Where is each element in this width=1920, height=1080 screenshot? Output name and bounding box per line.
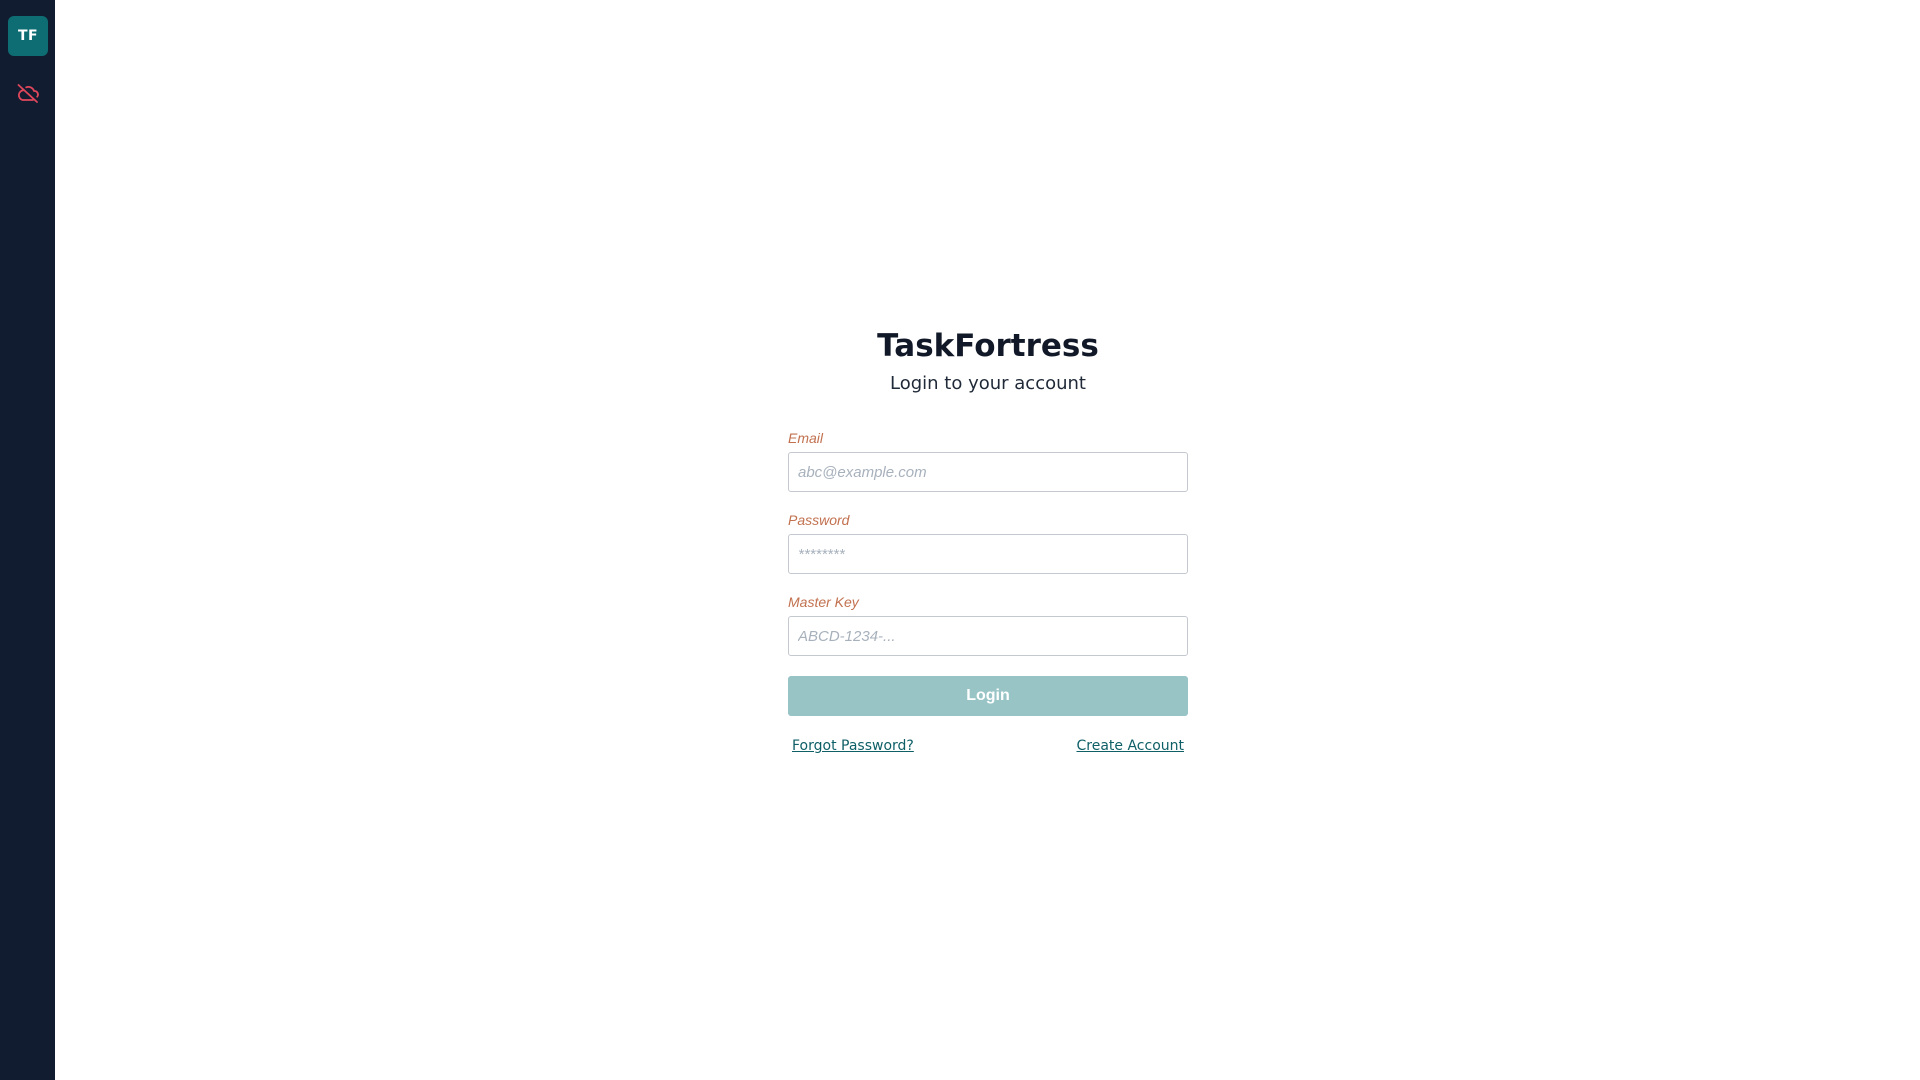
master-key-field-group: Master Key bbox=[788, 594, 1188, 656]
login-subtitle: Login to your account bbox=[890, 373, 1086, 394]
login-button[interactable]: Login bbox=[788, 676, 1188, 716]
master-key-input[interactable] bbox=[788, 616, 1188, 656]
email-label: Email bbox=[788, 430, 824, 446]
sidebar: TF bbox=[0, 0, 55, 1080]
app-title: TaskFortress bbox=[877, 328, 1099, 364]
password-input[interactable] bbox=[788, 534, 1188, 574]
email-input[interactable] bbox=[788, 452, 1188, 492]
app-logo-badge[interactable]: TF bbox=[8, 16, 48, 56]
password-field-group: Password bbox=[788, 512, 1188, 574]
login-form: Email Password Master Key Login Forgot P… bbox=[788, 430, 1188, 754]
sync-status-indicator[interactable] bbox=[15, 80, 41, 106]
login-card: TaskFortress Login to your account Email… bbox=[788, 320, 1188, 754]
email-field-group: Email bbox=[788, 430, 1188, 492]
cloud-off-icon bbox=[17, 84, 39, 103]
auth-links: Forgot Password? Create Account bbox=[788, 738, 1188, 754]
app-root: TF TaskFortress Login to your account Em… bbox=[0, 0, 1920, 1080]
password-label: Password bbox=[788, 512, 850, 528]
main-content: TaskFortress Login to your account Email… bbox=[55, 0, 1920, 1080]
create-account-link[interactable]: Create Account bbox=[1077, 738, 1185, 754]
master-key-label: Master Key bbox=[788, 594, 859, 610]
forgot-password-link[interactable]: Forgot Password? bbox=[792, 738, 914, 754]
